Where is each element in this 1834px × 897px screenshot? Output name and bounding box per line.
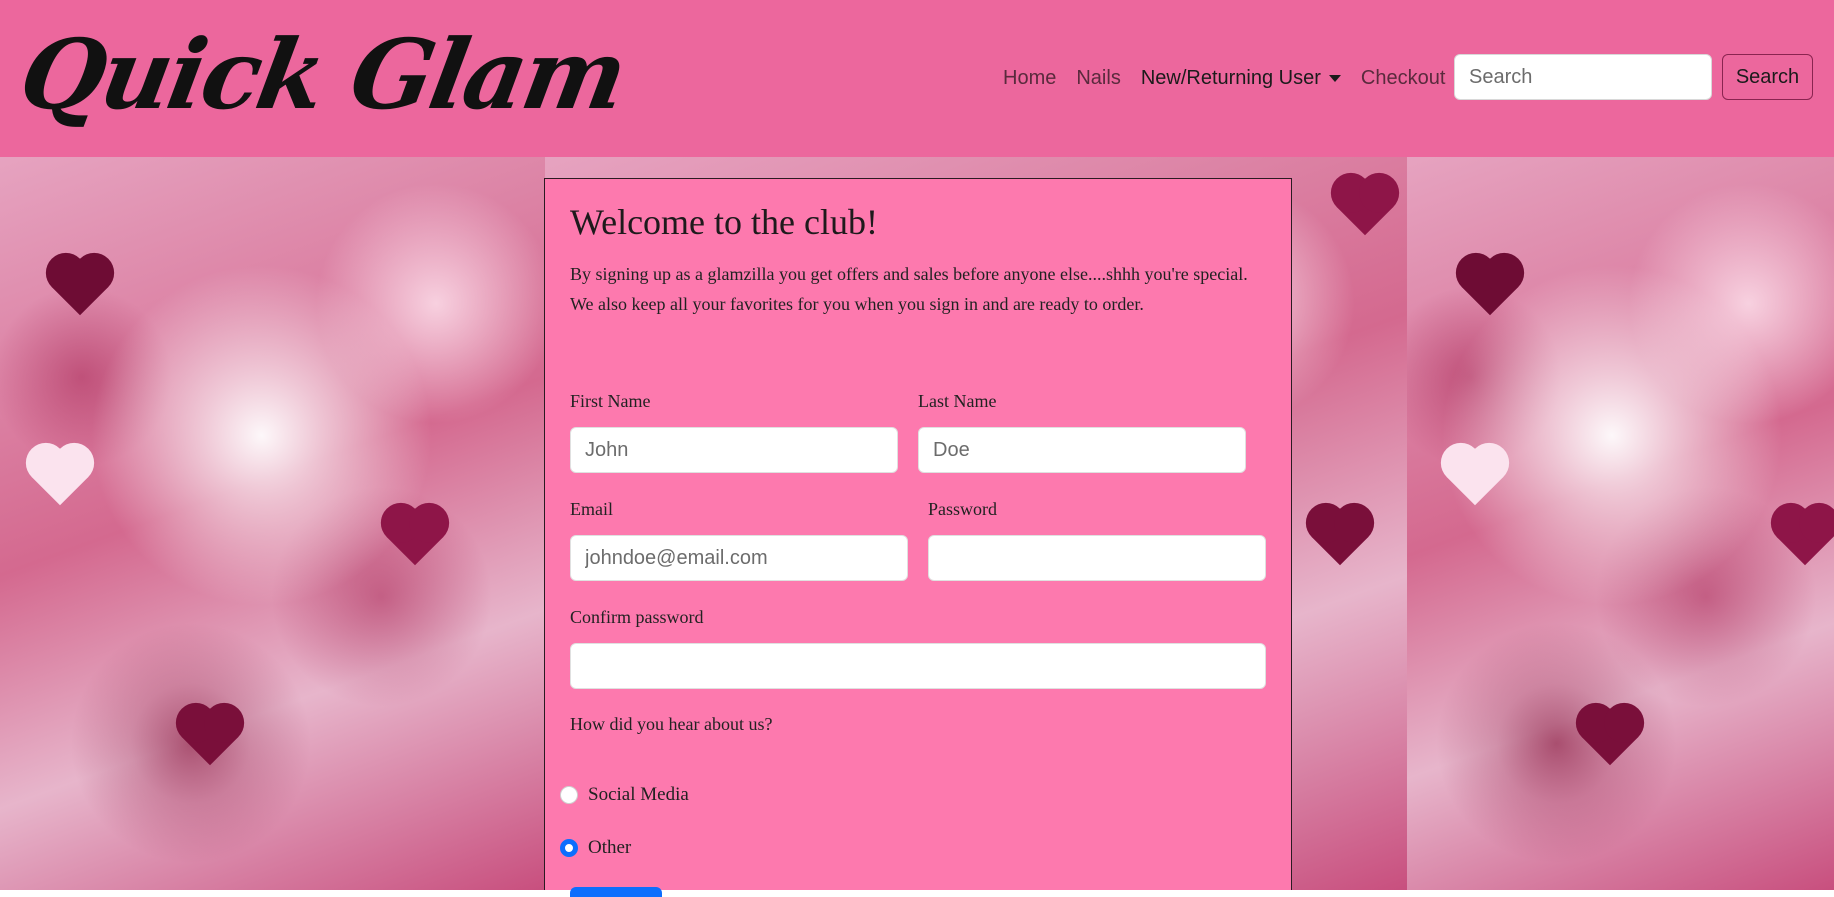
caret-down-icon [1328,75,1341,82]
first-name-field[interactable] [570,427,898,473]
nav-link-checkout[interactable]: Checkout [1361,67,1446,90]
referral-question: How did you hear about us? [570,714,773,734]
last-name-field[interactable] [918,427,1246,473]
signup-intro: By signing up as a glamzilla you get off… [570,264,1248,314]
search-input[interactable] [1454,54,1712,100]
radio-label: Social Media [588,784,689,805]
confirm-password-field[interactable] [570,643,1266,689]
email-field[interactable] [570,535,908,581]
radio-label: Other [588,837,632,858]
navbar: Quick Glam Home Nails New/Returning User… [0,0,1834,157]
radio-option-social-media[interactable]: Social Media [560,784,689,806]
submit-button[interactable] [570,887,662,897]
radio-option-other[interactable]: Other [560,837,631,859]
signup-card: Welcome to the club! By signing up as a … [544,178,1292,897]
first-name-label: First Name [570,391,651,411]
radio-button[interactable] [560,839,578,857]
radio-button[interactable] [560,786,578,804]
signup-title: Welcome to the club! [570,202,878,242]
last-name-label: Last Name [918,391,997,411]
search-button[interactable]: Search [1722,54,1813,100]
brand-logo[interactable]: Quick Glam [11,10,634,140]
nav-link-nails[interactable]: Nails [1076,67,1120,90]
password-field[interactable] [928,535,1266,581]
nav-links: Home Nails New/Returning User Checkout [1003,0,1465,157]
nav-dropdown-user-label: New/Returning User [1140,67,1321,89]
confirm-password-label: Confirm password [570,607,704,627]
nav-dropdown-user[interactable]: New/Returning User [1141,67,1341,90]
password-label: Password [928,499,998,519]
email-label: Email [570,499,613,519]
nav-link-home[interactable]: Home [1003,67,1056,90]
